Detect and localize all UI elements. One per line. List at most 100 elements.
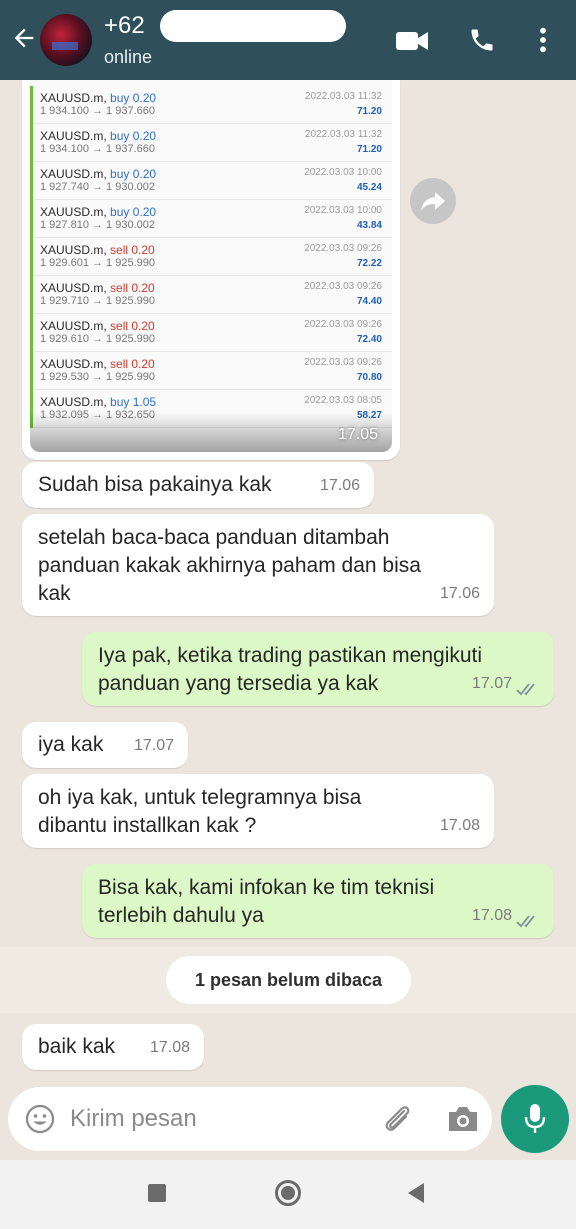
message-text: Sudah bisa pakainya kak [38, 473, 272, 496]
more-options-icon[interactable] [536, 26, 550, 54]
message-time: 17.07 [471, 675, 512, 692]
camera-icon[interactable] [446, 1104, 480, 1134]
trade-prices: 1 929.530 → 1 925.990 [40, 371, 155, 383]
trade-profit: 71.20 [356, 106, 382, 117]
message-text-line-2: panduan yang tersedia ya kak [98, 672, 379, 695]
trade-date: 2022.03.03 09:26 [304, 281, 382, 292]
unread-badge: 1 pesan belum dibaca [166, 956, 411, 1004]
trade-row: XAUUSD.m, sell 0.20 1 929.530 → 1 925.990… [30, 352, 392, 390]
trade-bar [30, 276, 33, 314]
message-text-line-1: setelah baca-baca panduan ditambah [38, 526, 390, 549]
trade-bar [30, 238, 33, 276]
trade-date: 2022.03.03 09:26 [304, 357, 382, 368]
message-time: 17.05 [337, 426, 378, 443]
message-text-line-1: Bisa kak, kami infokan ke tim teknisi [98, 876, 435, 899]
trade-bar [30, 162, 33, 200]
mic-icon [524, 1104, 546, 1133]
trade-bar [30, 352, 33, 390]
trade-bar [30, 124, 33, 162]
message-text-line-1: Iya pak, ketika trading pastikan mengiku… [98, 644, 483, 667]
chat-area[interactable]: XAUUSD.m, buy 0.20 1 934.100 → 1 937.660 2… [0, 80, 576, 1086]
forward-icon [421, 192, 445, 211]
message-text-line-2: panduan kakak akhirnya paham dan bisa [38, 554, 421, 577]
trade-profit: 43.84 [356, 220, 382, 231]
contact-name[interactable]: +62 [104, 12, 145, 40]
attach-icon[interactable] [380, 1103, 414, 1135]
trade-row: XAUUSD.m, buy 0.20 1 927.810 → 1 930.002 2… [30, 200, 392, 238]
trade-symbol: XAUUSD.m, sell 0.20 [40, 319, 155, 333]
trade-date: 2022.03.03 10:00 [304, 205, 382, 216]
trade-profit: 71.20 [356, 144, 382, 155]
incoming-message[interactable]: baik kak 17.08 [22, 1024, 204, 1070]
message-text-line-1: oh iya kak, untuk telegramnya bisa [38, 786, 362, 809]
read-receipt-icon [516, 683, 535, 696]
system-nav-bar [0, 1160, 576, 1229]
trade-prices: 1 927.810 → 1 930.002 [40, 219, 155, 231]
redacted-number [160, 10, 346, 42]
trade-symbol: XAUUSD.m, sell 0.20 [40, 243, 155, 257]
message-time: 17.06 [439, 585, 480, 602]
trade-symbol: XAUUSD.m, buy 0.20 [40, 129, 157, 143]
message-time: 17.08 [471, 907, 512, 924]
forward-button[interactable] [410, 178, 456, 224]
contact-avatar[interactable] [40, 14, 92, 66]
outgoing-message[interactable]: Iya pak, ketika trading pastikan mengiku… [82, 632, 554, 706]
trade-side: buy 0.20 [110, 167, 157, 181]
trade-row: XAUUSD.m, buy 0.20 1 934.100 → 1 937.660 2… [30, 86, 392, 124]
trade-date: 2022.03.03 11:32 [304, 129, 382, 140]
trade-profit: 72.40 [356, 334, 382, 345]
trade-date: 2022.03.03 10:00 [304, 167, 382, 178]
trade-prices: 1 929.610 → 1 925.990 [40, 333, 155, 345]
outgoing-message[interactable]: Bisa kak, kami infokan ke tim teknisi te… [82, 864, 554, 938]
message-input-bar [8, 1087, 492, 1151]
image-message[interactable]: XAUUSD.m, buy 0.20 1 934.100 → 1 937.660 2… [22, 80, 400, 460]
trade-prices: 1 934.100 → 1 937.660 [40, 143, 155, 155]
chat-header: +62 online [0, 0, 576, 80]
trade-prices: 1 927.740 → 1 930.002 [40, 181, 155, 193]
trade-profit: 45.24 [356, 182, 382, 193]
trade-profit: 72.22 [356, 258, 382, 269]
message-time: 17.07 [133, 737, 174, 754]
trade-date: 2022.03.03 11:32 [304, 91, 382, 102]
back-nav-icon[interactable] [406, 1182, 426, 1204]
trade-date: 2022.03.03 09:26 [304, 319, 382, 330]
message-text-line-2: terlebih dahulu ya [98, 904, 264, 927]
trade-side: buy 0.20 [110, 91, 157, 105]
contact-status: online [104, 47, 153, 67]
home-icon[interactable] [275, 1180, 301, 1206]
trade-history-screenshot[interactable]: XAUUSD.m, buy 0.20 1 934.100 → 1 937.660 2… [30, 80, 392, 452]
trade-row: XAUUSD.m, buy 0.20 1 934.100 → 1 937.660 2… [30, 124, 392, 162]
trade-date: 2022.03.03 08:05 [304, 395, 382, 406]
mic-button[interactable] [501, 1085, 569, 1153]
trade-prices: 1 929.601 → 1 925.990 [40, 257, 155, 269]
trade-symbol: XAUUSD.m, buy 0.20 [40, 205, 157, 219]
trade-prices: 1 929.710 → 1 925.990 [40, 295, 155, 307]
trade-symbol: XAUUSD.m, buy 0.20 [40, 167, 157, 181]
trade-row: XAUUSD.m, sell 0.20 1 929.610 → 1 925.990… [30, 314, 392, 352]
trade-bar [30, 200, 33, 238]
emoji-icon[interactable] [24, 1103, 56, 1135]
trade-symbol: XAUUSD.m, sell 0.20 [40, 357, 155, 371]
trade-date: 2022.03.03 09:26 [304, 243, 382, 254]
message-input[interactable] [70, 1099, 370, 1139]
incoming-message[interactable]: Sudah bisa pakainya kak 17.06 [22, 462, 374, 508]
incoming-message[interactable]: iya kak 17.07 [22, 722, 188, 768]
incoming-message[interactable]: setelah baca-baca panduan ditambah pandu… [22, 514, 494, 616]
trade-profit: 74.40 [356, 296, 382, 307]
trade-row: XAUUSD.m, sell 0.20 1 929.710 → 1 925.990… [30, 276, 392, 314]
incoming-message[interactable]: oh iya kak, untuk telegramnya bisa diban… [22, 774, 494, 848]
trade-bar [30, 86, 33, 124]
trade-symbol: XAUUSD.m, buy 0.20 [40, 91, 157, 105]
message-text: baik kak [38, 1035, 116, 1058]
video-call-icon[interactable] [396, 30, 428, 52]
read-receipt-icon [516, 915, 535, 928]
back-arrow-icon[interactable] [10, 24, 38, 52]
message-text-line-2: dibantu installkan kak ? [38, 814, 257, 837]
recents-icon[interactable] [148, 1184, 166, 1202]
trade-prices: 1 934.100 → 1 937.660 [40, 105, 155, 117]
trade-side: sell 0.20 [110, 243, 155, 257]
trade-symbol: XAUUSD.m, buy 1.05 [40, 395, 157, 409]
voice-call-icon[interactable] [468, 26, 496, 54]
message-time: 17.06 [319, 477, 360, 494]
trade-side: sell 0.20 [110, 357, 155, 371]
